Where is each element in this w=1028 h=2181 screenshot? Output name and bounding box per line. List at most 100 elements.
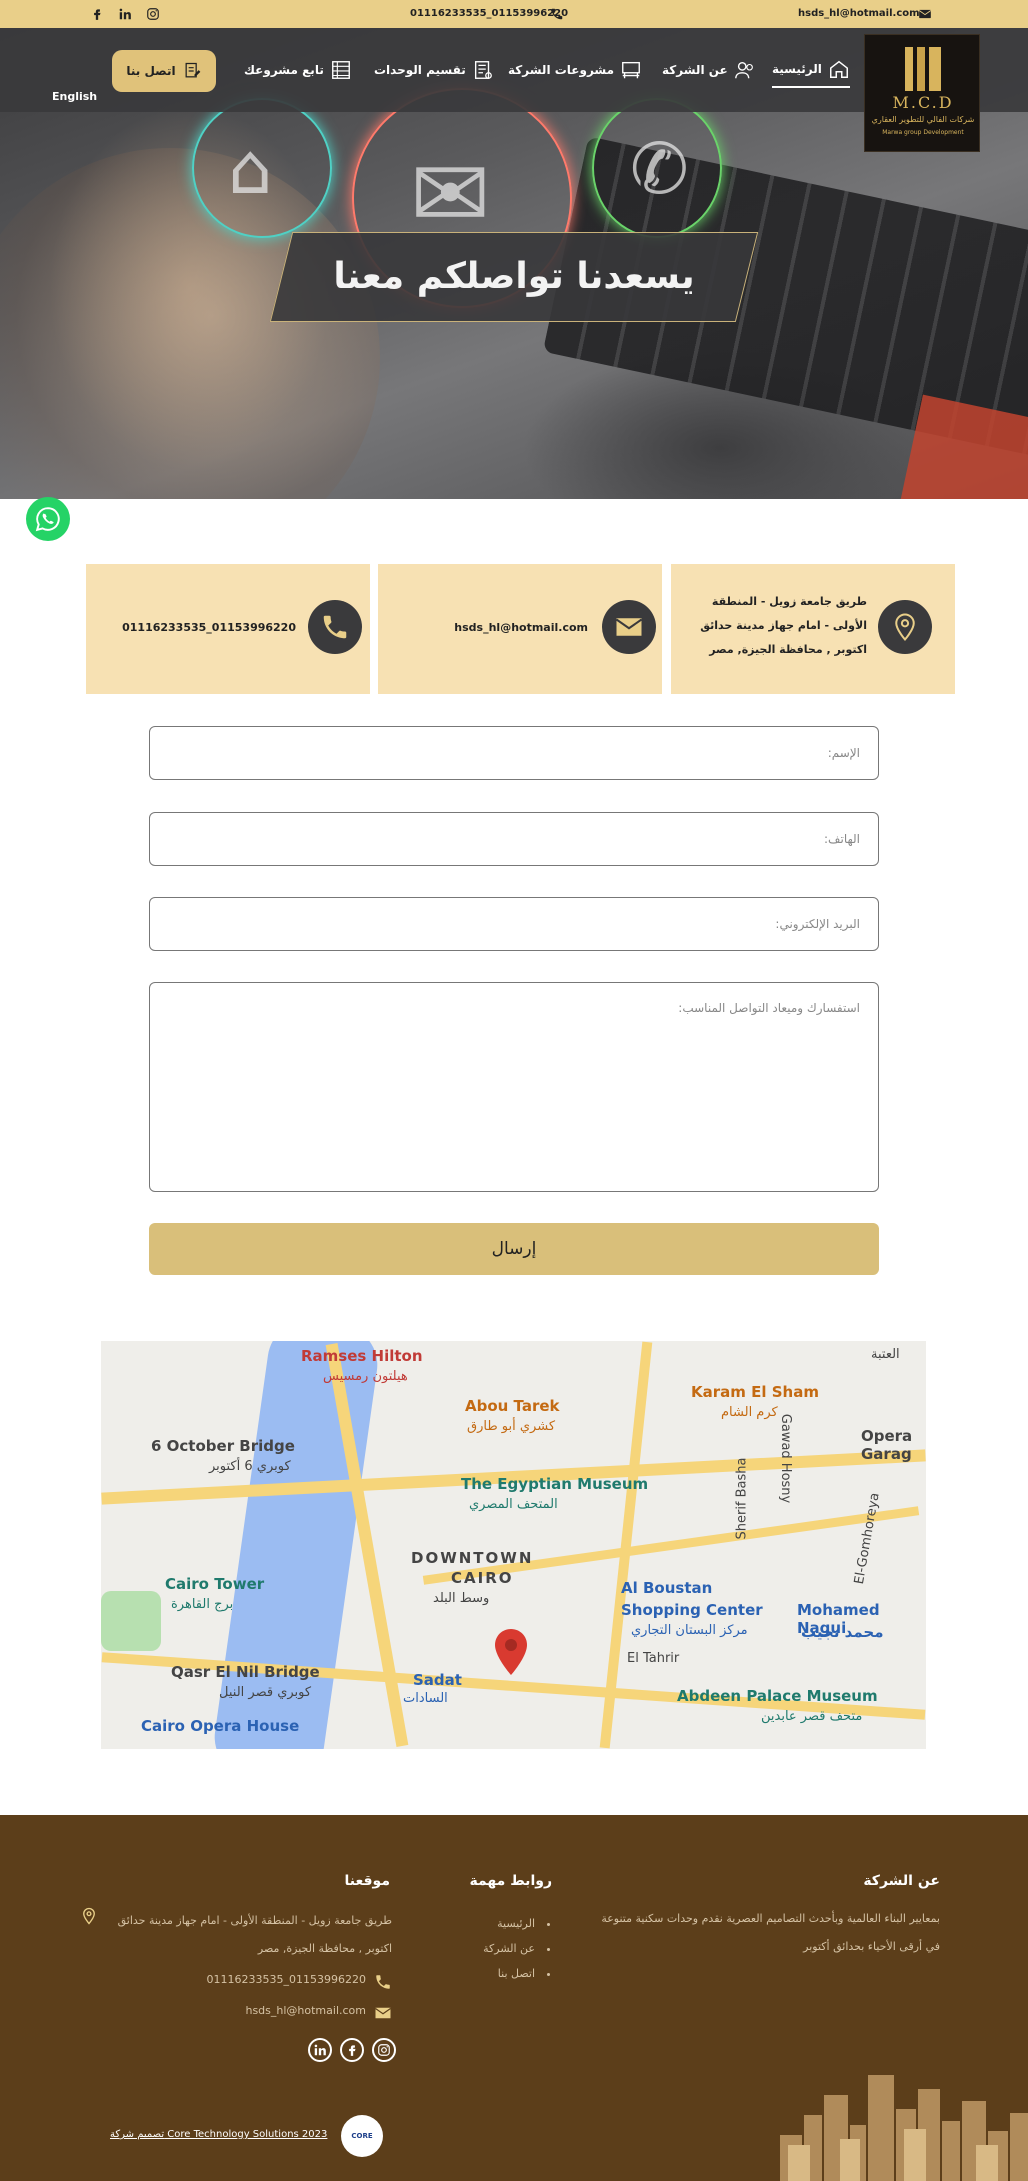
contact-us-label: اتصل بنا xyxy=(126,64,176,78)
map-label: متحف قصر عابدين xyxy=(761,1709,863,1724)
nav-units-label: تقسيم الوحدات xyxy=(374,63,466,77)
topbar-phone[interactable]: 01116233535_01153996220 xyxy=(410,0,568,28)
footer-link-contact[interactable]: اتصل بنا xyxy=(460,1961,550,1986)
linkedin-icon[interactable] xyxy=(118,7,132,21)
map-label: كشري أبو طارق xyxy=(467,1419,556,1434)
phone-icon xyxy=(376,1975,390,1989)
map-label: هيلتون رمسيس xyxy=(323,1369,408,1384)
units-icon xyxy=(474,61,492,79)
name-field-wrap xyxy=(149,726,879,780)
company-logo[interactable]: M.C.D شركات الفالي للتطوير العقاري Marwa… xyxy=(864,34,980,152)
email-input[interactable] xyxy=(150,898,878,950)
topbar-email[interactable]: hsds_hl@hotmail.com xyxy=(798,0,920,28)
submit-button[interactable]: إرسال xyxy=(149,1223,879,1275)
map-label: Qasr El Nil Bridge xyxy=(171,1663,320,1681)
footer-address: طريق جامعة زويل - المنطقة الأولى - امام … xyxy=(117,1914,392,1955)
social-links xyxy=(90,0,160,28)
nav-home[interactable]: الرئيسية xyxy=(772,52,850,88)
map-label: Cairo Opera House xyxy=(141,1717,300,1735)
footer-about-title: عن الشركة xyxy=(863,1873,940,1889)
home-icon xyxy=(829,60,848,78)
map-label: DOWNTOWN xyxy=(411,1549,534,1567)
map-label: كوبري قصر النيل xyxy=(219,1685,312,1700)
instagram-icon[interactable] xyxy=(146,7,160,21)
building-logo-icon xyxy=(905,47,941,91)
phone-icon: ✆ xyxy=(630,128,689,210)
map-label: السادات xyxy=(403,1691,448,1706)
message-textarea[interactable] xyxy=(150,983,878,1191)
nav-home-label: الرئيسية xyxy=(772,62,822,76)
footer-address-row: طريق جامعة زويل - المنطقة الأولى - امام … xyxy=(80,1907,392,1963)
map-label: Sherif Basha xyxy=(734,1457,750,1540)
nav-projects-label: مشروعات الشركة xyxy=(508,63,615,77)
nav-track-label: تابع مشروعك xyxy=(244,63,324,77)
footer-location-title: موقعنا xyxy=(344,1873,391,1889)
map-label: Karam El Sham xyxy=(691,1383,819,1401)
map-label: El-Gomhoreya xyxy=(851,1491,883,1586)
map-label: كوبري 6 أكتوبر xyxy=(209,1459,291,1474)
map-label: المتحف المصري xyxy=(469,1497,558,1512)
email-icon-circle xyxy=(602,600,656,654)
language-switch[interactable]: English xyxy=(52,90,97,103)
phone-text[interactable]: 01116233535_01153996220 xyxy=(96,616,296,640)
site-footer: عن الشركة بمعايير البناء العالمية وبأحدث… xyxy=(0,1815,1028,2181)
nav-projects[interactable]: مشروعات الشركة xyxy=(508,52,642,88)
map-label: 6 October Bridge xyxy=(151,1437,295,1455)
map-label: كرم الشام xyxy=(721,1405,778,1420)
whatsapp-button[interactable] xyxy=(26,497,70,541)
footer-email[interactable]: hsds_hl@hotmail.com xyxy=(245,2004,366,2017)
map-label: Abdeen Palace Museum xyxy=(677,1687,878,1705)
location-pin-icon xyxy=(83,1907,95,1925)
mail-icon xyxy=(375,2007,391,2019)
map-label: The Egyptian Museum xyxy=(461,1475,649,1493)
footer-link-about[interactable]: عن الشركة xyxy=(460,1936,550,1961)
map-label: El Tahrir xyxy=(627,1651,680,1666)
footer-link-home[interactable]: الرئيسية xyxy=(460,1911,550,1936)
map-location-pin-icon[interactable] xyxy=(494,1629,528,1675)
linkedin-icon[interactable] xyxy=(308,2038,332,2062)
house-icon: ⌂ xyxy=(228,128,273,210)
whatsapp-icon xyxy=(35,507,60,532)
logo-english-name: Marwa group Development xyxy=(882,129,964,136)
contact-us-button[interactable]: اتصل بنا xyxy=(112,50,216,92)
email-field-wrap xyxy=(149,897,879,951)
map-label: Al Boustan xyxy=(621,1579,713,1597)
users-icon xyxy=(734,61,753,79)
map-label: مركز البستان التجاري xyxy=(631,1623,748,1638)
nav-about[interactable]: عن الشركة xyxy=(662,52,756,88)
message-field-wrap xyxy=(149,982,879,1192)
map-label: Mohamed Nagui xyxy=(797,1601,880,1637)
map-label: Sadat xyxy=(413,1671,462,1689)
map-label: Shopping Center xyxy=(621,1601,763,1619)
phone-icon xyxy=(550,7,564,21)
hero-title: يسعدنا تواصلكم معنا xyxy=(333,256,695,297)
footer-phone-row: 01116233535_01153996220 xyxy=(200,1973,392,1991)
map-label: Gawad Hosny xyxy=(778,1413,794,1504)
core-tech-logo[interactable]: CORE xyxy=(341,2115,383,2157)
address-text: طريق جامعة زويل - المنطقة الأولى - امام … xyxy=(700,595,867,656)
phone-icon xyxy=(323,615,347,639)
email-text[interactable]: hsds_hl@hotmail.com xyxy=(398,616,588,640)
mail-icon xyxy=(918,7,932,21)
name-input[interactable] xyxy=(150,727,878,779)
envelope-icon xyxy=(615,618,643,636)
google-map[interactable]: Ramses Hilton هيلتون رمسيس Abou Tarek كش… xyxy=(101,1341,926,1749)
instagram-icon[interactable] xyxy=(372,2038,396,2062)
map-label: وسط البلد xyxy=(433,1591,490,1606)
logo-arabic-name: شركات الفالي للتطوير العقاري xyxy=(871,115,975,124)
facebook-icon[interactable] xyxy=(340,2038,364,2062)
footer-social-links xyxy=(308,2038,396,2062)
map-label: Ramses Hilton xyxy=(301,1347,423,1365)
map-park xyxy=(101,1591,161,1651)
phone-input[interactable] xyxy=(150,813,878,865)
footer-credit-link[interactable]: تصميم شركة Core Technology Solutions 202… xyxy=(110,2129,327,2140)
map-label: CAIRO xyxy=(451,1569,514,1587)
footer-phone[interactable]: 01116233535_01153996220 xyxy=(207,1973,366,1986)
nav-about-label: عن الشركة xyxy=(662,63,728,77)
desk-icon xyxy=(622,61,640,79)
nav-units[interactable]: تقسيم الوحدات xyxy=(374,52,494,88)
footer-links-list: الرئيسية عن الشركة اتصل بنا xyxy=(460,1911,550,1986)
footer-about-text: بمعايير البناء العالمية وبأحدث التصاميم … xyxy=(601,1912,940,1953)
nav-track-project[interactable]: تابع مشروعك xyxy=(244,52,352,88)
facebook-icon[interactable] xyxy=(90,7,104,21)
